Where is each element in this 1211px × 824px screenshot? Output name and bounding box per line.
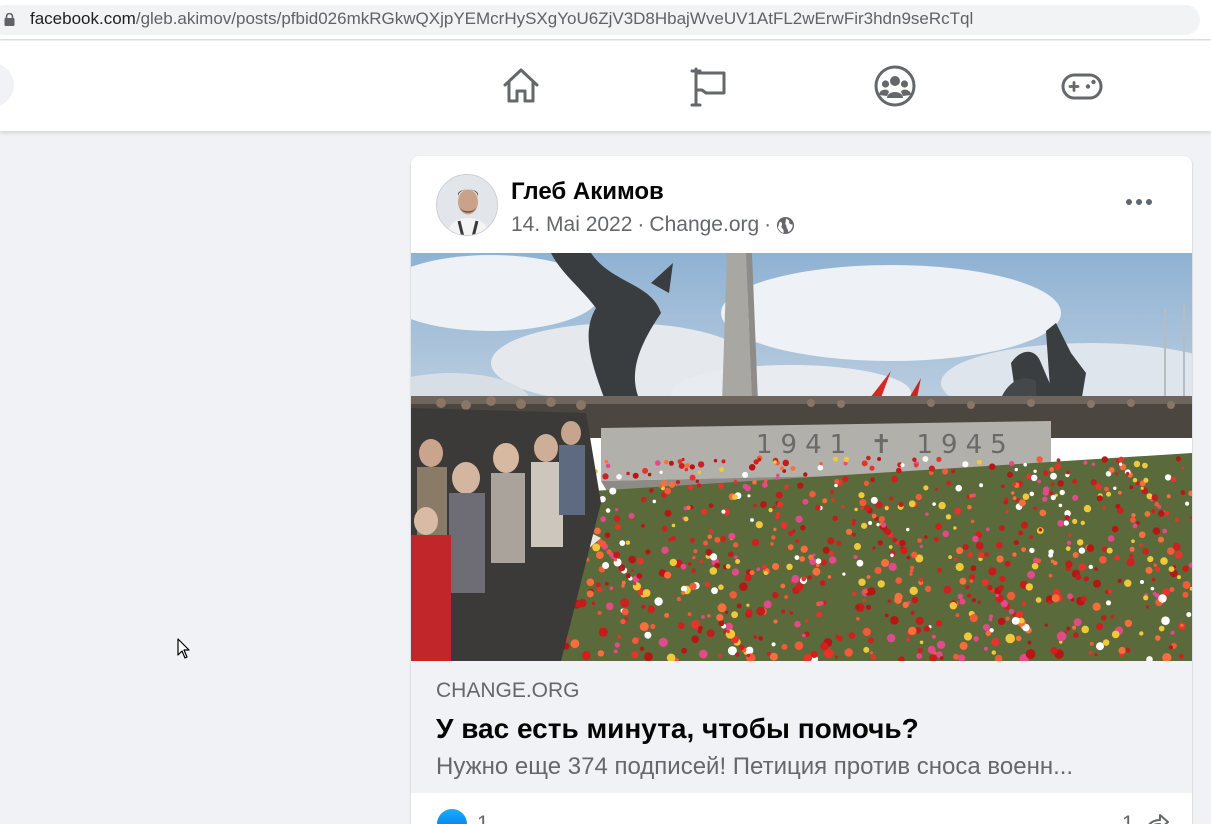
mouse-cursor-icon	[177, 638, 190, 659]
link-preview[interactable]: CHANGE.ORG У вас есть минута, чтобы помо…	[411, 661, 1192, 793]
meta-separator: ·	[637, 213, 645, 236]
more-dot	[1136, 199, 1142, 205]
url-host: facebook.com	[30, 9, 136, 28]
nav-groups[interactable]	[873, 65, 917, 107]
more-dot	[1126, 199, 1132, 205]
search-button[interactable]	[0, 63, 14, 107]
share-count[interactable]: 1	[1122, 812, 1134, 824]
monument-inscription: 1941 ✝ 1945	[756, 430, 1015, 460]
more-options-button[interactable]	[1111, 184, 1167, 220]
post-meta: 14. Mai 2022 · Change.org ·	[511, 213, 795, 237]
gaming-icon	[1061, 73, 1103, 100]
like-count[interactable]: 1	[477, 812, 489, 824]
author-name[interactable]: Глеб Акимов	[511, 178, 664, 206]
globe-icon[interactable]	[776, 216, 795, 235]
nav-home[interactable]	[499, 65, 543, 107]
lock-icon	[4, 13, 15, 26]
link-domain: CHANGE.ORG	[436, 679, 580, 702]
nav-gaming[interactable]	[1060, 65, 1104, 107]
groups-icon	[874, 65, 916, 107]
url-path: /gleb.akimov/posts/pfbid026mkRGkwQXjpYEM…	[135, 9, 974, 28]
more-dot	[1146, 199, 1152, 205]
pages-flag-icon	[690, 67, 726, 107]
author-avatar[interactable]	[436, 174, 498, 236]
inscription-text: 1941 ✝ 1945	[756, 430, 1015, 460]
home-icon	[503, 68, 539, 103]
link-preview-image[interactable]: 1941 ✝ 1945 i	[411, 253, 1192, 661]
post-card: Глеб Акимов 14. Mai 2022 · Change.org ·	[411, 156, 1192, 824]
browser-address-bar[interactable]: facebook.com/gleb.akimov/posts/pfbid026m…	[0, 0, 1211, 40]
profile-photo	[437, 175, 497, 235]
post-date[interactable]: 14. Mai 2022	[511, 213, 632, 237]
link-title[interactable]: У вас есть минута, чтобы помочь?	[436, 713, 919, 745]
like-reaction-icon[interactable]	[437, 809, 467, 824]
share-icon[interactable]	[1142, 809, 1170, 824]
meta-separator: ·	[764, 213, 772, 236]
post-source[interactable]: Change.org	[649, 213, 759, 237]
link-description: Нужно еще 374 подписей! Петиция против с…	[436, 753, 1074, 780]
nav-pages[interactable]	[686, 65, 730, 107]
url-text[interactable]: facebook.com/gleb.akimov/posts/pfbid026m…	[30, 9, 973, 29]
top-navigation	[0, 41, 1211, 131]
memorial-photo: 1941 ✝ 1945	[411, 253, 1192, 661]
reactions-bar: 1 1	[411, 793, 1192, 824]
